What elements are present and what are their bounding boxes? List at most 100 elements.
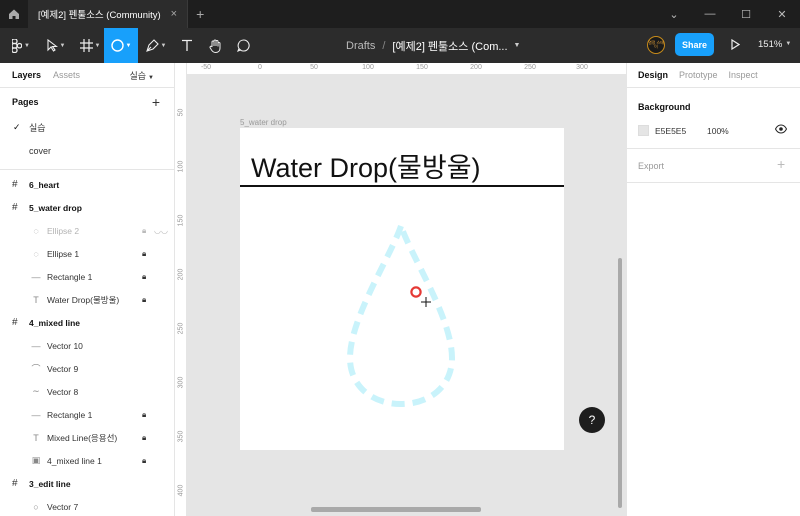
tab-inspect[interactable]: Inspect — [729, 70, 758, 80]
layer-row[interactable]: ∼ Vector 8 — [0, 380, 174, 403]
home-icon[interactable] — [0, 0, 28, 28]
present-play-icon[interactable] — [727, 35, 743, 53]
layer-row[interactable]: ○ Vector 7 — [0, 495, 174, 516]
layer-name: 5_water drop — [29, 202, 82, 213]
layer-row[interactable]: — Rectangle 1 🔒︎ — [0, 265, 174, 288]
tab-prototype[interactable]: Prototype — [679, 70, 718, 80]
add-export-button[interactable]: + — [777, 156, 785, 172]
layer-name: Water Drop(물방울) — [47, 294, 120, 305]
lock-icon[interactable]: 🔒︎ — [142, 226, 146, 236]
ruler-tick-text: 300 — [177, 376, 185, 389]
background-color-swatch[interactable] — [638, 125, 649, 136]
frame-label[interactable]: 5_water drop — [240, 118, 287, 127]
layer-row[interactable]: ⌒ Vector 9 — [0, 357, 174, 380]
eye-icon[interactable] — [775, 123, 787, 135]
background-opacity-input[interactable]: 100% — [707, 126, 729, 136]
layer-name: 4_mixed line 1 — [47, 455, 102, 466]
horizontal-scrollbar[interactable] — [311, 507, 481, 512]
ruler-tick-text: 200 — [177, 268, 185, 281]
tab-layers[interactable]: Layers — [12, 70, 41, 80]
layer-name: Vector 9 — [47, 363, 79, 374]
layer-row[interactable]: # 6_heart — [0, 173, 174, 196]
ruler-tick-label: 250 — [524, 64, 536, 71]
new-tab-button[interactable]: + — [188, 6, 212, 22]
lock-icon[interactable]: 🔒︎ — [142, 433, 146, 443]
layer-row[interactable]: ◌ Ellipse 2 🔒︎ ◡◡ — [0, 219, 174, 242]
hand-icon — [209, 39, 220, 53]
pen-tool[interactable]: ▼ — [140, 28, 172, 63]
file-name[interactable]: [예제2] 펜툴소스 (Com... — [392, 38, 507, 54]
add-page-button[interactable]: + — [152, 94, 160, 110]
lock-icon[interactable]: 🔒︎ — [142, 456, 146, 466]
cursor-click-ring — [410, 286, 422, 298]
layer-row[interactable]: T Water Drop(물방울) 🔒︎ — [0, 288, 174, 311]
layer-row[interactable]: # 4_mixed line — [0, 311, 174, 334]
ruler-tick-text: 350 — [177, 430, 185, 443]
ruler-tick-label: 150 — [416, 64, 428, 71]
tab-assets[interactable]: Assets — [53, 70, 80, 80]
layer-row[interactable]: # 5_water drop — [0, 196, 174, 219]
tab-close-icon[interactable]: × — [171, 8, 177, 20]
ruler-tick-label: 300 — [576, 64, 588, 71]
layer-name: Ellipse 1 — [47, 248, 80, 259]
page-item[interactable]: cover — [0, 139, 174, 162]
avatar[interactable]: 열정 스테이 — [647, 36, 665, 54]
zoom-level: 151% — [758, 38, 783, 50]
chevron-down-icon[interactable]: ▼ — [514, 42, 521, 49]
rectangle-line-icon: — — [31, 409, 41, 420]
chevron-down-icon[interactable]: ⌄ — [656, 0, 692, 28]
hand-tool[interactable] — [204, 28, 226, 63]
minimize-button[interactable]: — — [692, 0, 728, 28]
pages-label: Pages — [12, 97, 39, 107]
layer-row[interactable]: ▣ 4_mixed line 1 🔒︎ — [0, 449, 174, 472]
main-menu-button[interactable]: ▼ — [4, 28, 38, 63]
layer-row[interactable]: ◌ Ellipse 1 🔒︎ — [0, 242, 174, 265]
document-title: Drafts / [예제2] 펜툴소스 (Com... ▼ — [346, 28, 520, 63]
frame-hash-icon: # — [12, 179, 18, 190]
lock-icon[interactable]: 🔒︎ — [142, 410, 146, 420]
ruler-tick-label: 0 — [258, 64, 262, 71]
tab-design[interactable]: Design — [638, 70, 668, 80]
comment-tool[interactable] — [232, 28, 254, 63]
maximize-button[interactable]: ☐ — [728, 0, 764, 28]
frame-tool[interactable]: ▼ — [74, 28, 106, 63]
text-layer-icon: T — [33, 294, 39, 305]
figma-logo-icon — [12, 38, 23, 53]
lock-icon[interactable]: 🔒︎ — [142, 249, 146, 259]
current-page-name: 실습 — [129, 70, 147, 81]
close-window-button[interactable]: ✕ — [764, 0, 800, 28]
breadcrumb-drafts[interactable]: Drafts — [346, 40, 375, 52]
layer-row[interactable]: # 3_edit line — [0, 472, 174, 495]
page-name: cover — [29, 145, 52, 156]
ruler-vertical: 50 100 150 200 250 300 350 400 — [175, 63, 187, 516]
ruler-tick-text: 150 — [177, 214, 185, 227]
window-controls: ⌄ — ☐ ✕ — [656, 0, 800, 28]
background-hex-input[interactable]: E5E5E5 — [655, 126, 686, 136]
layer-name: Vector 7 — [47, 501, 79, 512]
lock-icon[interactable]: 🔒︎ — [142, 272, 146, 282]
canvas[interactable]: -50 0 50 100 150 200 250 300 50 100 150 … — [175, 63, 626, 516]
ellipse-tool[interactable]: ▼ — [104, 28, 138, 63]
ruler-tick-text: 100 — [177, 160, 185, 173]
help-button[interactable]: ? — [579, 407, 605, 433]
layer-row[interactable]: — Rectangle 1 🔒︎ — [0, 403, 174, 426]
move-tool[interactable]: ▼ — [40, 28, 72, 63]
text-tool[interactable] — [176, 28, 198, 63]
check-icon: ✓ — [13, 122, 21, 132]
share-button[interactable]: Share — [675, 33, 714, 56]
layer-name: Vector 10 — [47, 340, 83, 351]
page-item[interactable]: ✓ 실습 — [0, 116, 174, 139]
vertical-scrollbar[interactable] — [618, 258, 622, 508]
water-drop-dashed-outline[interactable] — [346, 216, 456, 408]
layer-row[interactable]: ― Vector 10 — [0, 334, 174, 357]
artboard-water-drop[interactable]: Water Drop(물방울) — [240, 128, 564, 450]
ruler-tick-label: 300 — [175, 376, 187, 389]
lock-icon[interactable]: 🔒︎ — [142, 295, 146, 305]
current-page-selector[interactable]: 실습 ▼ — [129, 69, 154, 82]
eye-hidden-icon[interactable]: ◡◡ — [154, 226, 168, 235]
zoom-menu[interactable]: 151% ▼ — [758, 35, 791, 53]
tab-active-file[interactable]: [예제2] 펜툴소스 (Community) × — [28, 0, 189, 28]
water-drop-canvas — [346, 216, 456, 408]
image-layer-icon: ▣ — [31, 455, 41, 465]
layer-row[interactable]: T Mixed Line(응용선) 🔒︎ — [0, 426, 174, 449]
